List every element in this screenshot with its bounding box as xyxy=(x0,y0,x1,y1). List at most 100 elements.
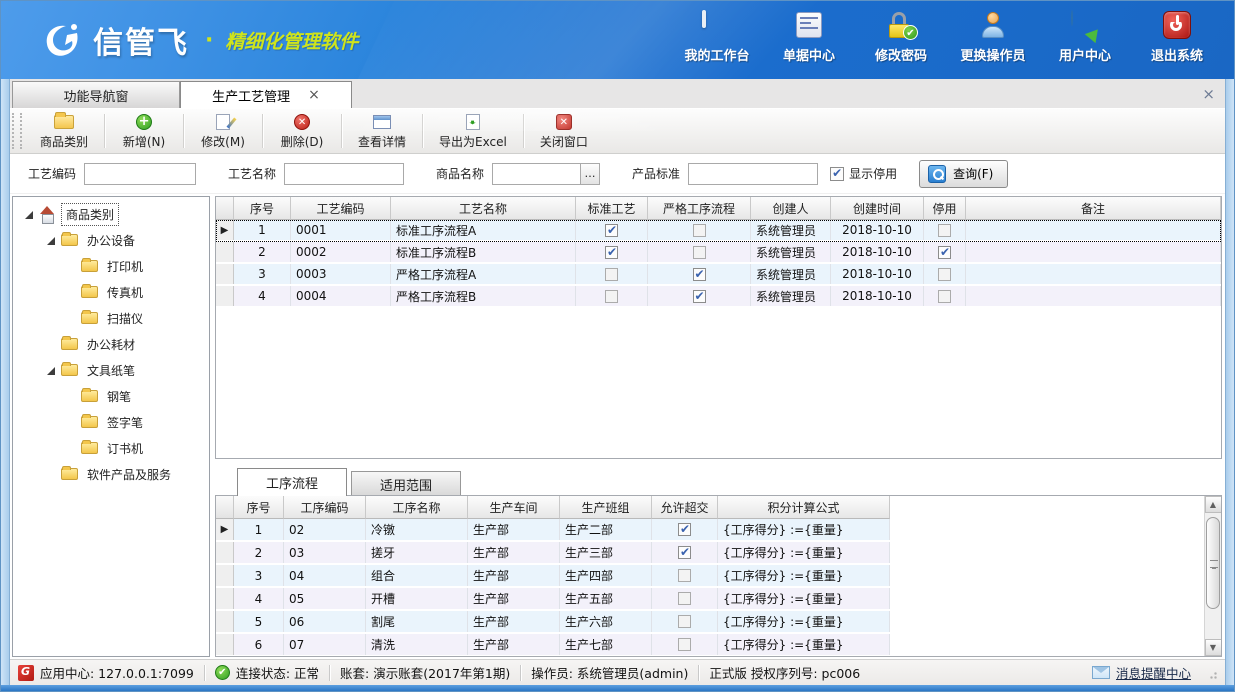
nav-user-center[interactable]: 用户中心 xyxy=(1042,8,1128,72)
strict-checkbox[interactable] xyxy=(693,224,706,237)
table-row[interactable]: 4 05 开槽 生产部 生产五部 {工序得分} :={重量} xyxy=(216,588,890,611)
document-tabstrip: 功能导航窗 生产工艺管理 × × xyxy=(10,79,1225,109)
col-strict-flow[interactable]: 严格工序流程 xyxy=(648,197,751,220)
process-code-input[interactable] xyxy=(84,163,196,185)
table-row[interactable]: 5 06 割尾 生产部 生产六部 {工序得分} :={重量} xyxy=(216,611,890,634)
edit-button[interactable]: 修改(M) xyxy=(184,109,262,153)
standard-checkbox[interactable] xyxy=(605,224,618,237)
operator-status: 操作员: 系统管理员(admin) xyxy=(531,663,688,682)
tab-applicable-scope[interactable]: 适用范围 xyxy=(351,471,461,496)
export-excel-button[interactable]: 导出为Excel xyxy=(423,109,523,153)
status-bar: 应用中心: 127.0.0.1:7099 ✔ 连接状态: 正常 账套: 演示账套… xyxy=(10,659,1225,685)
query-button[interactable]: 查询(F) xyxy=(919,160,1008,188)
over-delivery-checkbox[interactable] xyxy=(678,615,691,628)
col-team[interactable]: 生产班组 xyxy=(560,496,652,519)
delete-button[interactable]: ✕ 删除(D) xyxy=(263,109,341,153)
tree-node-software-services[interactable]: 软件产品及服务 xyxy=(13,461,209,487)
strict-checkbox[interactable] xyxy=(693,246,706,259)
over-delivery-checkbox[interactable] xyxy=(678,638,691,651)
show-disabled-checkbox-wrap[interactable]: 显示停用 xyxy=(830,165,897,182)
col-disabled[interactable]: 停用 xyxy=(924,197,966,220)
over-delivery-checkbox[interactable] xyxy=(678,523,691,536)
tree-node-fax[interactable]: 传真机 xyxy=(13,279,209,305)
col-creator[interactable]: 创建人 xyxy=(751,197,831,220)
over-delivery-checkbox[interactable] xyxy=(678,569,691,582)
over-delivery-checkbox[interactable] xyxy=(678,546,691,559)
disabled-checkbox[interactable] xyxy=(938,246,951,259)
disabled-checkbox[interactable] xyxy=(938,224,951,237)
tree-node-scanner[interactable]: 扫描仪 xyxy=(13,305,209,331)
col-standard[interactable]: 标准工艺 xyxy=(576,197,648,220)
standard-checkbox[interactable] xyxy=(605,246,618,259)
resize-grip[interactable] xyxy=(1205,667,1217,679)
vertical-scrollbar[interactable]: ▲ ▼ xyxy=(1204,496,1221,656)
product-name-label: 商品名称 xyxy=(436,165,484,182)
standard-checkbox[interactable] xyxy=(605,290,618,303)
disabled-checkbox[interactable] xyxy=(938,290,951,303)
nav-document-center[interactable]: 单据中心 xyxy=(766,8,852,72)
tab-function-nav[interactable]: 功能导航窗 xyxy=(12,81,180,108)
col-workshop[interactable]: 生产车间 xyxy=(468,496,560,519)
table-row[interactable]: 2 03 搓牙 生产部 生产三部 {工序得分} :={重量} xyxy=(216,542,890,565)
table-row[interactable]: 3 04 组合 生产部 生产四部 {工序得分} :={重量} xyxy=(216,565,890,588)
tree-node-office-equipment[interactable]: 办公设备 xyxy=(13,227,209,253)
close-window-button[interactable]: ✕ 关闭窗口 xyxy=(524,109,604,153)
tree-node-office-supplies[interactable]: 办公耗材 xyxy=(13,331,209,357)
scrollbar-thumb[interactable] xyxy=(1206,517,1220,609)
expander-icon xyxy=(47,340,56,349)
process-grid: 序号 工艺编码 工艺名称 标准工艺 严格工序流程 创建人 创建时间 停用 备注 … xyxy=(215,196,1222,459)
table-row[interactable]: 6 07 清洗 生产部 生产七部 {工序得分} :={重量} xyxy=(216,634,890,657)
scrollbar-track[interactable] xyxy=(1205,513,1222,639)
product-standard-input[interactable] xyxy=(688,163,818,185)
show-disabled-checkbox[interactable] xyxy=(830,167,844,181)
col-process-name[interactable]: 工艺名称 xyxy=(391,197,576,220)
table-row[interactable]: 3 0003 严格工序流程A 系统管理员 2018-10-10 xyxy=(216,264,1221,286)
col-over-delivery[interactable]: 允许超交 xyxy=(652,496,718,519)
table-row[interactable]: 4 0004 严格工序流程B 系统管理员 2018-10-10 xyxy=(216,286,1221,308)
toolbar-grip[interactable] xyxy=(12,113,22,149)
message-center-link[interactable]: 消息提醒中心 xyxy=(1116,663,1191,682)
standard-checkbox[interactable] xyxy=(605,268,618,281)
nav-my-workbench[interactable]: 我的工作台 xyxy=(674,8,760,72)
scroll-down-icon[interactable]: ▼ xyxy=(1205,639,1222,656)
edit-icon xyxy=(216,113,230,131)
col-remark[interactable]: 备注 xyxy=(966,197,1221,220)
tabstrip-close-icon[interactable]: × xyxy=(1202,85,1215,103)
col-step-name[interactable]: 工序名称 xyxy=(366,496,468,519)
expander-icon[interactable] xyxy=(47,366,56,375)
nav-switch-operator[interactable]: 更换操作员 xyxy=(950,8,1036,72)
col-seq[interactable]: 序号 xyxy=(234,496,284,519)
tab-production-process[interactable]: 生产工艺管理 × xyxy=(180,81,352,108)
tab-process-flow[interactable]: 工序流程 xyxy=(237,468,347,496)
nav-change-password[interactable]: ✔ 修改密码 xyxy=(858,8,944,72)
tab-close-icon[interactable]: × xyxy=(308,87,320,103)
disabled-checkbox[interactable] xyxy=(938,268,951,281)
add-button[interactable]: + 新增(N) xyxy=(105,109,183,153)
strict-checkbox[interactable] xyxy=(693,268,706,281)
table-row[interactable]: ▶ 1 02 冷镦 生产部 生产二部 {工序得分} :={重量} xyxy=(216,519,890,542)
col-score-formula[interactable]: 积分计算公式 xyxy=(718,496,890,519)
tree-node-signature-pen[interactable]: 签字笔 xyxy=(13,409,209,435)
strict-checkbox[interactable] xyxy=(693,290,706,303)
tree-node-stapler[interactable]: 订书机 xyxy=(13,435,209,461)
view-detail-button[interactable]: 查看详情 xyxy=(342,109,422,153)
expander-icon[interactable] xyxy=(25,210,34,219)
tree-node-printer[interactable]: 打印机 xyxy=(13,253,209,279)
table-row[interactable]: ▶ 1 0001 标准工序流程A 系统管理员 2018-10-10 xyxy=(216,220,1221,242)
product-name-input[interactable] xyxy=(492,163,580,185)
process-name-input[interactable] xyxy=(284,163,404,185)
tree-node-stationery[interactable]: 文具纸笔 xyxy=(13,357,209,383)
nav-exit-system[interactable]: 退出系统 xyxy=(1134,8,1220,72)
product-browse-button[interactable]: … xyxy=(580,163,600,185)
col-process-code[interactable]: 工艺编码 xyxy=(291,197,391,220)
category-button[interactable]: 商品类别 xyxy=(24,109,104,153)
expander-icon[interactable] xyxy=(47,236,56,245)
col-seq[interactable]: 序号 xyxy=(234,197,291,220)
tree-node-pen[interactable]: 钢笔 xyxy=(13,383,209,409)
col-step-code[interactable]: 工序编码 xyxy=(284,496,366,519)
table-row[interactable]: 2 0002 标准工序流程B 系统管理员 2018-10-10 xyxy=(216,242,1221,264)
over-delivery-checkbox[interactable] xyxy=(678,592,691,605)
col-created[interactable]: 创建时间 xyxy=(831,197,924,220)
scroll-up-icon[interactable]: ▲ xyxy=(1205,496,1222,513)
tree-node-root[interactable]: 商品类别 xyxy=(13,201,209,227)
